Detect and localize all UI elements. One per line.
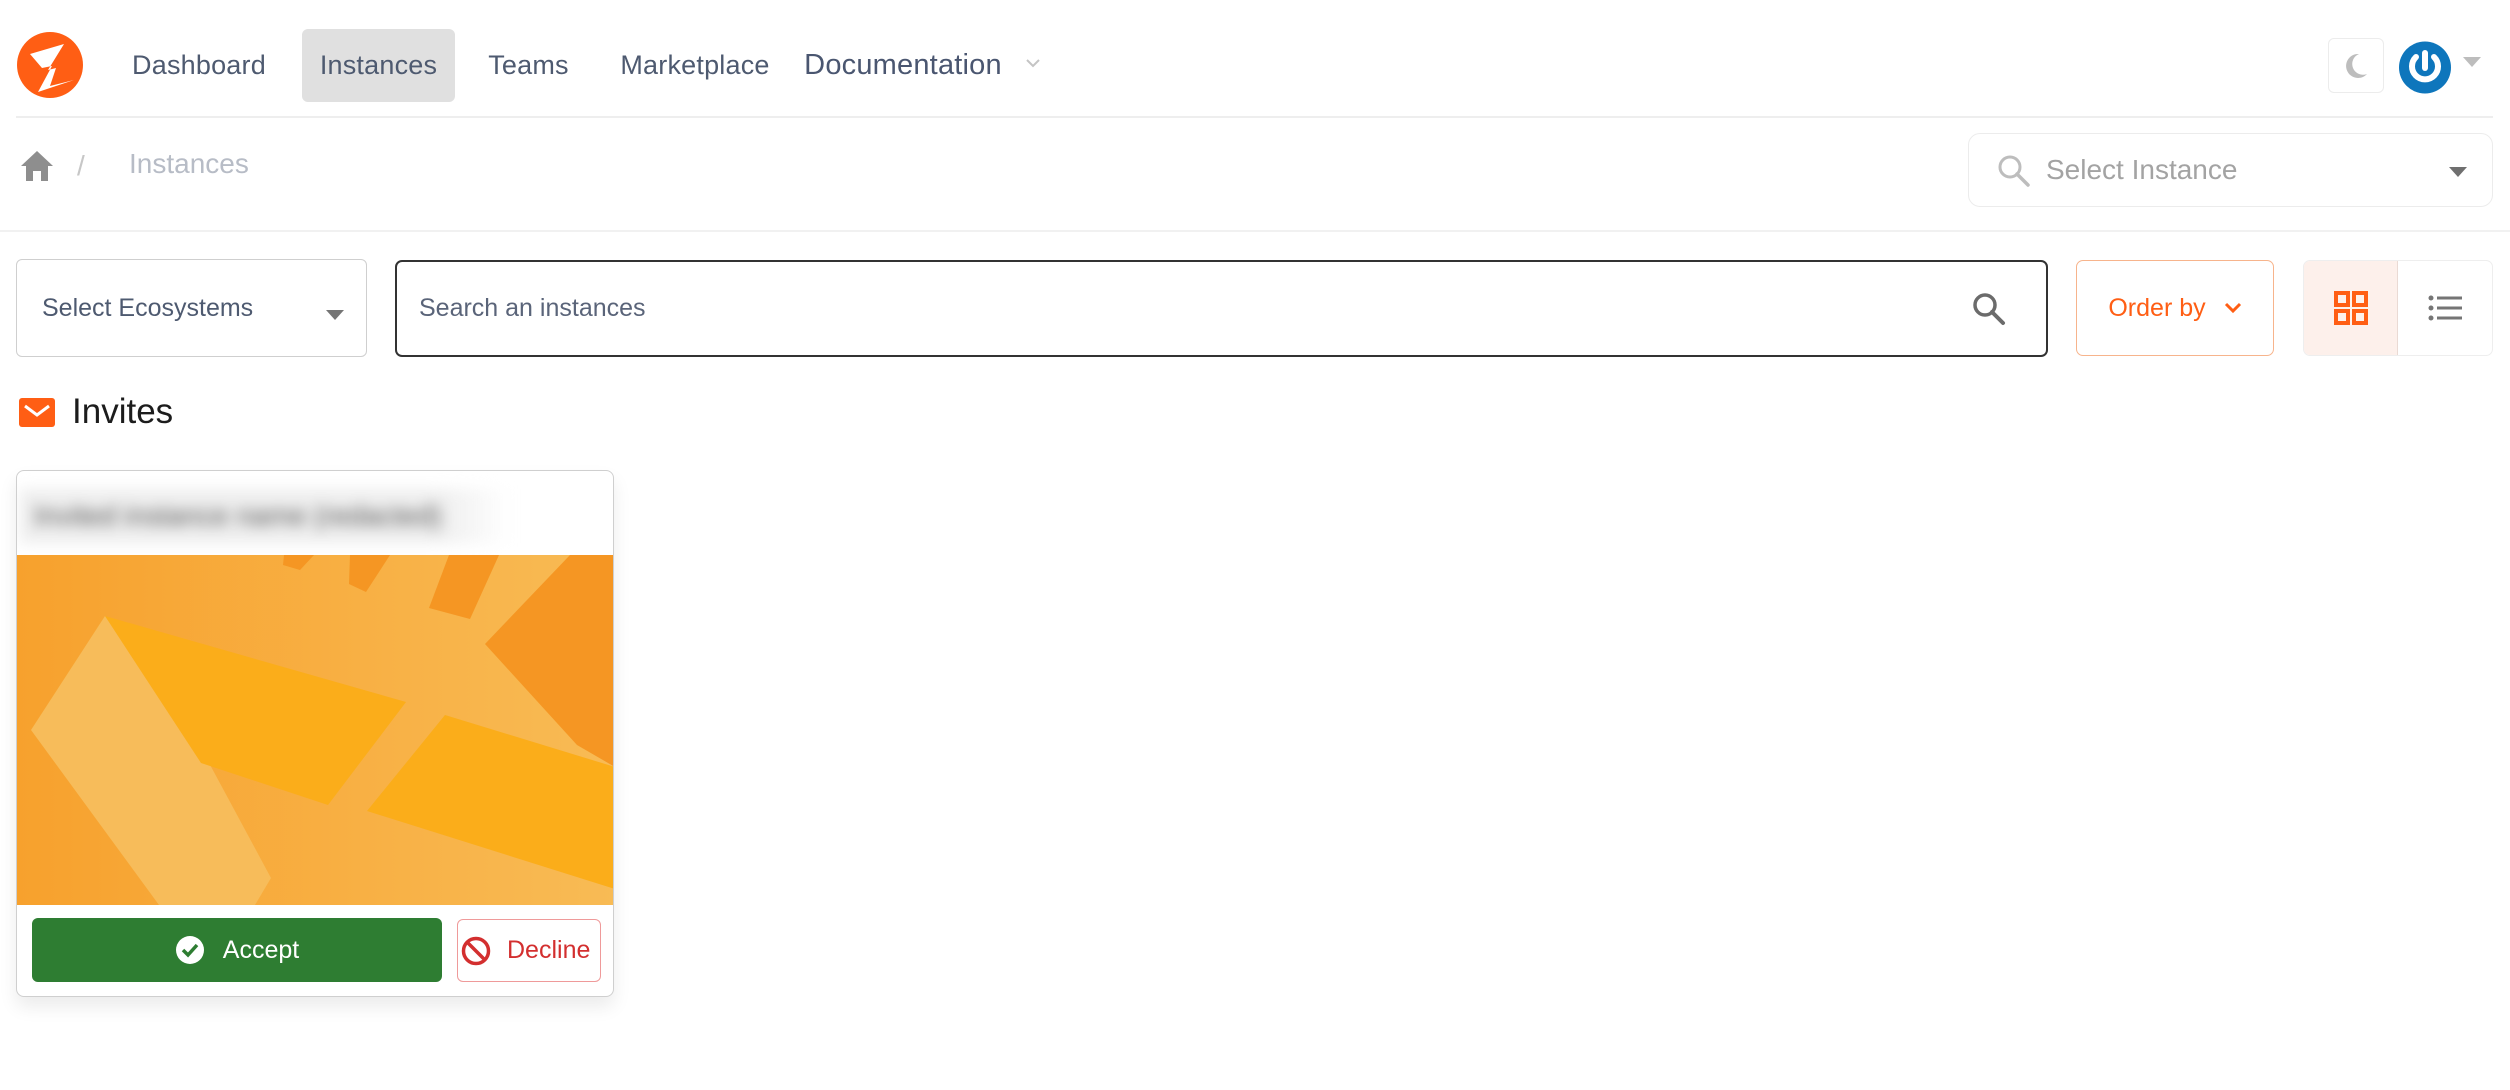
theme-toggle-button[interactable] (2328, 38, 2384, 93)
moon-icon (2346, 53, 2367, 78)
nav-teams[interactable]: Teams (480, 29, 577, 102)
instance-select[interactable]: Select Instance (1968, 133, 2493, 207)
ecosystem-select-label: Select Ecosystems (42, 294, 254, 322)
instance-select-placeholder: Select Instance (2046, 154, 2238, 185)
caret-down-icon (2449, 167, 2467, 177)
invite-card-image (17, 555, 613, 905)
nav-marketplace-label: Marketplace (620, 50, 770, 80)
accept-invite-button[interactable]: Accept (32, 918, 442, 982)
chevron-down-icon[interactable] (1025, 58, 1041, 68)
caret-down-icon (326, 310, 344, 320)
breadcrumb-current: Instances (129, 148, 249, 179)
order-by-label: Order by (2108, 293, 2206, 322)
nav-dashboard-label: Dashboard (132, 50, 266, 80)
decline-label: Decline (507, 936, 591, 964)
breadcrumb-separator: / (77, 150, 85, 181)
nav-documentation[interactable]: Documentation (798, 29, 1008, 102)
list-icon (2428, 295, 2462, 321)
grid-view-button[interactable] (2304, 261, 2398, 355)
brand-logo-icon[interactable] (16, 30, 84, 100)
search-icon[interactable] (1972, 292, 2006, 326)
order-by-button[interactable]: Order by (2076, 260, 2274, 356)
search-input[interactable] (419, 262, 1919, 355)
grid-icon (2333, 291, 2368, 325)
nav-instances[interactable]: Instances (302, 29, 455, 102)
search-icon (1998, 155, 2030, 187)
chevron-down-icon (2224, 302, 2241, 314)
ecosystem-select[interactable]: Select Ecosystems (16, 259, 367, 357)
home-icon[interactable] (20, 150, 54, 181)
user-avatar-power-icon[interactable] (2398, 40, 2452, 95)
nav-documentation-label: Documentation (804, 49, 1002, 81)
nav-teams-label: Teams (488, 50, 569, 80)
invites-heading: Invites (72, 392, 174, 431)
mail-icon (19, 398, 55, 427)
view-toggle (2303, 260, 2493, 356)
check-circle-icon (175, 936, 204, 964)
instance-search (395, 260, 2048, 357)
accept-label: Accept (222, 935, 300, 964)
nav-dashboard[interactable]: Dashboard (124, 29, 274, 102)
top-navbar: Dashboard Instances Teams Marketplace Do… (0, 0, 2510, 118)
navbar-divider (16, 116, 2493, 118)
invite-card: Invited instance name (redacted) Accept (16, 470, 614, 997)
section-divider (0, 230, 2510, 232)
invite-card-title: Invited instance name (redacted) (20, 489, 510, 543)
nav-marketplace[interactable]: Marketplace (612, 29, 778, 102)
decline-invite-button[interactable]: Decline (457, 919, 601, 982)
nav-instances-label: Instances (319, 50, 438, 80)
user-menu-caret-icon[interactable] (2463, 57, 2481, 67)
list-view-button[interactable] (2398, 261, 2492, 355)
block-icon (461, 936, 491, 965)
